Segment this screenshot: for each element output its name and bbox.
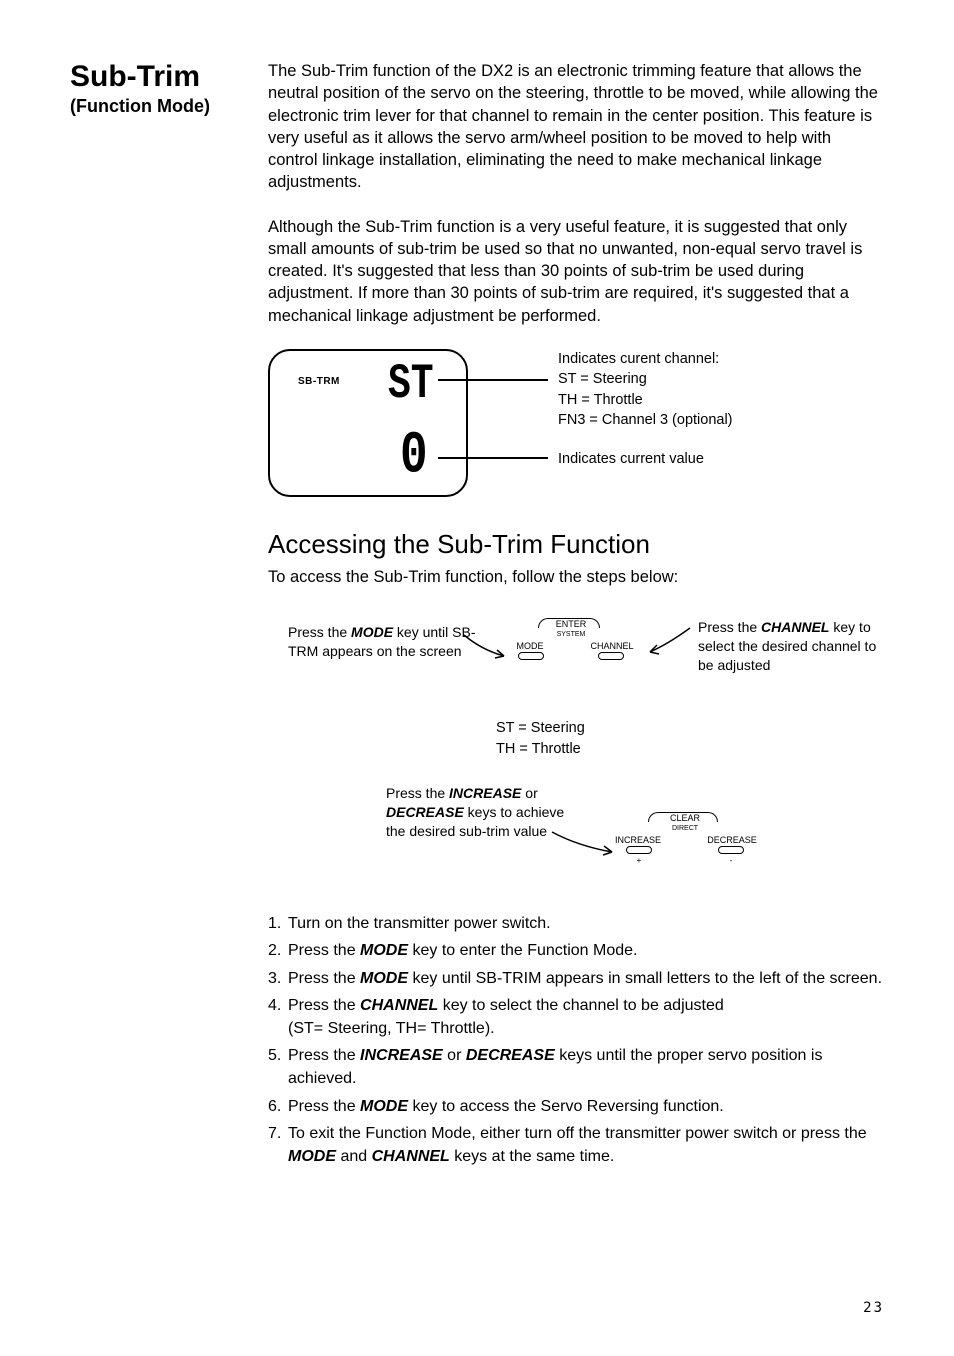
lcd-screen: SB-TRM ST 0	[268, 349, 468, 497]
step-2: 2.Press the MODE key to enter the Functi…	[268, 939, 884, 962]
step-1: 1.Turn on the transmitter power switch.	[268, 912, 884, 935]
step-4: 4.Press the CHANNEL key to select the ch…	[268, 994, 884, 1040]
mode-channel-buttons: ENTER SYSTEM MODE CHANNEL	[496, 618, 646, 678]
legend-line: ST = Steering	[496, 718, 585, 739]
button-icon	[518, 652, 544, 660]
steps-list: 1.Turn on the transmitter power switch. …	[268, 912, 884, 1168]
button-sys-label: DIRECT	[600, 824, 770, 833]
key-name: CHANNEL	[761, 619, 829, 635]
button-label-increase: INCREASE	[608, 834, 668, 846]
key-name: DECREASE	[386, 804, 464, 820]
paragraph-1: The Sub-Trim function of the DX2 is an e…	[268, 60, 884, 194]
text: Press the	[698, 619, 761, 635]
button-label-decrease: DECREASE	[702, 834, 762, 846]
lcd-channel-indicator: ST	[388, 351, 434, 418]
bracket-icon	[538, 618, 600, 628]
increase-decrease-buttons: CLEAR DIRECT INCREASE DECREASE + -	[600, 812, 770, 872]
step-3: 3.Press the MODE key until SB-TRIM appea…	[268, 967, 884, 990]
plus-icon: +	[626, 856, 652, 867]
callout-line	[438, 457, 548, 459]
legend-line: TH = Throttle	[496, 739, 585, 760]
button-diagram-2: Press the INCREASE or DECREASE keys to a…	[268, 784, 884, 894]
button-icon	[598, 652, 624, 660]
text: or	[521, 785, 537, 801]
lcd-caption-channel: Indicates curent channel: ST = Steering …	[558, 349, 733, 430]
step-7: 7.To exit the Function Mode, either turn…	[268, 1122, 884, 1168]
caption-line: TH = Throttle	[558, 390, 733, 410]
sidebar-title: Sub-Trim (Function Mode)	[70, 60, 240, 1172]
arrow-icon	[644, 624, 694, 656]
caption-line: Indicates curent channel:	[558, 349, 733, 369]
button-icon	[718, 846, 744, 854]
caption-line: ST = Steering	[558, 369, 733, 389]
title: Sub-Trim	[70, 60, 240, 94]
page-number: 23	[863, 1300, 884, 1316]
caption-mode-key: Press the MODE key until SB-TRM appears …	[288, 623, 478, 661]
caption-channel-key: Press the CHANNEL key to select the desi…	[698, 618, 888, 675]
channel-legend: ST = Steering TH = Throttle	[496, 718, 585, 760]
key-name: INCREASE	[449, 785, 521, 801]
caption-line: FN3 = Channel 3 (optional)	[558, 410, 733, 430]
bracket-icon	[648, 812, 718, 822]
lcd-mode-label: SB-TRM	[298, 375, 340, 389]
text: Press the	[288, 624, 351, 640]
minus-icon: -	[718, 856, 744, 867]
button-label-mode: MODE	[500, 640, 560, 652]
section-intro: To access the Sub-Trim function, follow …	[268, 566, 884, 588]
button-label-channel: CHANNEL	[582, 640, 642, 652]
button-icon	[626, 846, 652, 854]
lcd-caption-value: Indicates current value	[558, 449, 704, 469]
key-name: MODE	[351, 624, 393, 640]
text: Press the	[386, 785, 449, 801]
step-6: 6.Press the MODE key to access the Servo…	[268, 1095, 884, 1118]
lcd-diagram: SB-TRM ST 0 Indicates curent channel: ST…	[268, 349, 884, 509]
callout-line	[438, 379, 548, 381]
paragraph-2: Although the Sub-Trim function is a very…	[268, 216, 884, 327]
step-5: 5.Press the INCREASE or DECREASE keys un…	[268, 1044, 884, 1090]
button-sys-label: SYSTEM	[496, 630, 646, 639]
section-heading: Accessing the Sub-Trim Function	[268, 527, 884, 562]
lcd-value-indicator: 0	[400, 416, 428, 497]
subtitle: (Function Mode)	[70, 96, 240, 117]
button-diagram-1: Press the MODE key until SB-TRM appears …	[268, 618, 884, 778]
